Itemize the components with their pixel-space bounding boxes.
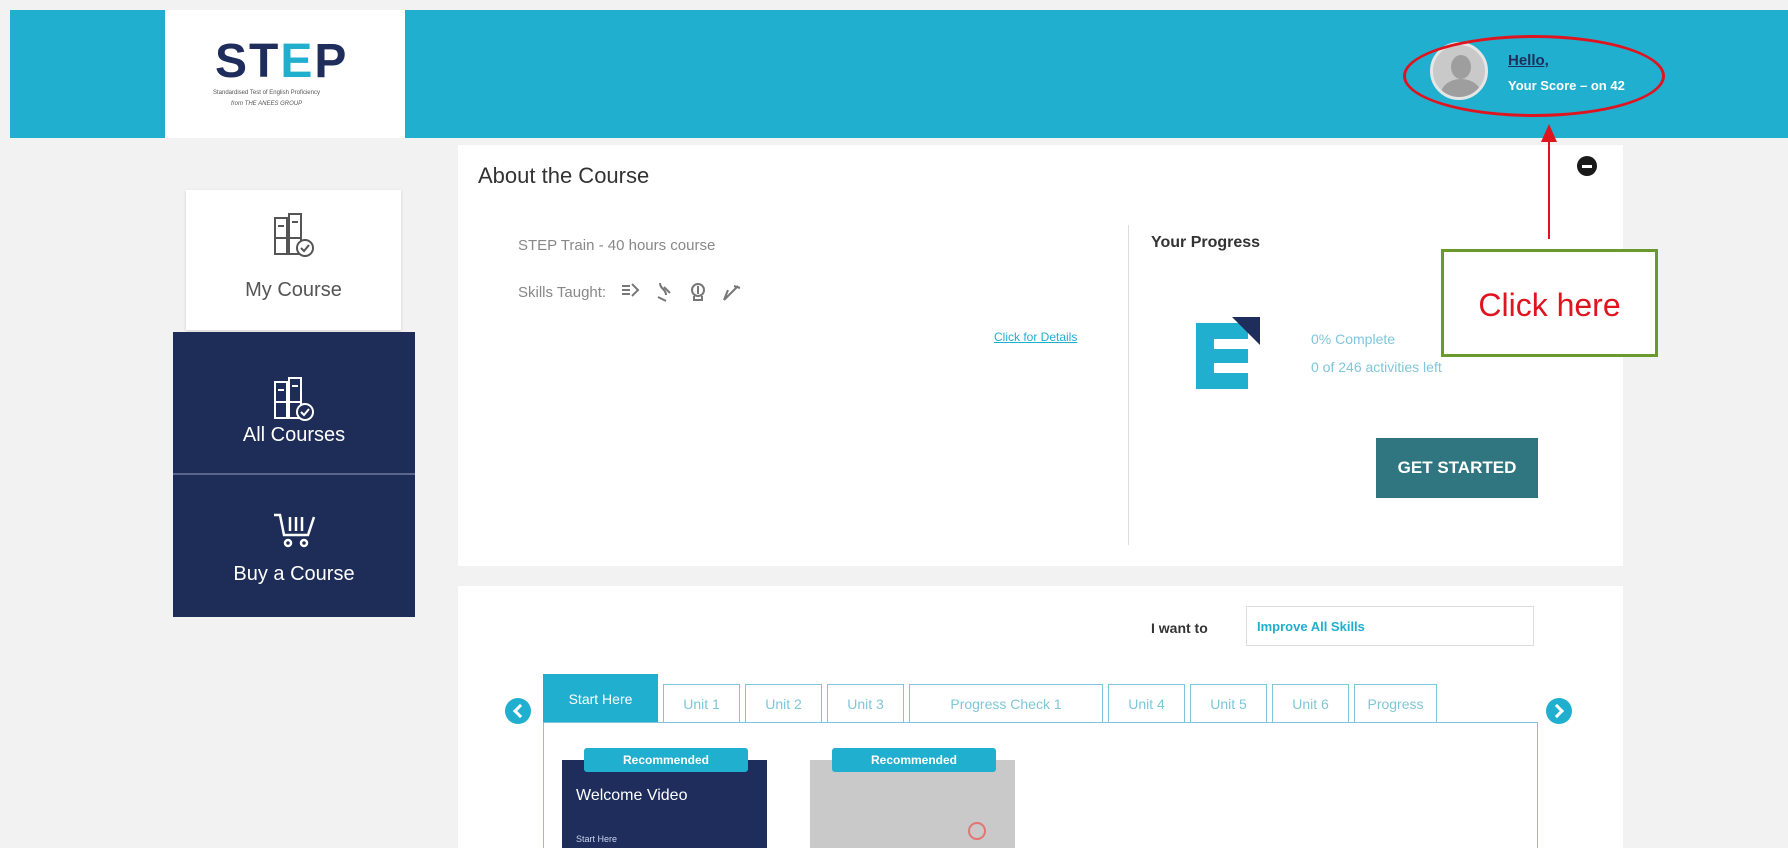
tab-start-here[interactable]: Start Here <box>543 674 658 722</box>
unit-tabs: Start Here Unit 1 Unit 2 Unit 3 Progress Che… <box>543 674 1442 722</box>
course-units-panel: I want to Improve All Skills Start Here U… <box>458 586 1623 848</box>
card-subtitle: Start Here <box>576 834 618 844</box>
vertical-divider <box>1128 225 1129 545</box>
recommended-badge: Recommended <box>832 748 996 772</box>
welcome-video-card[interactable]: Welcome Video Start Here <box>562 760 767 848</box>
reading-skill-icon <box>622 283 640 297</box>
step-logo[interactable]: STEP Standardised Test of English Profic… <box>165 10 405 138</box>
collapse-icon[interactable] <box>1577 156 1597 176</box>
tab-unit-5[interactable]: Unit 5 <box>1190 684 1267 722</box>
tab-progress[interactable]: Progress <box>1354 684 1437 722</box>
listening-skill-icon <box>657 282 671 302</box>
sidebar-item-label: All Courses <box>242 424 346 446</box>
annotation-callout: Click here <box>1441 249 1658 357</box>
tabs-next-icon[interactable] <box>1546 698 1572 724</box>
sidebar-item-label: My Course <box>245 279 342 301</box>
click-for-details-link[interactable]: Click for Details <box>994 330 1077 344</box>
get-started-button[interactable]: GET STARTED <box>1376 438 1538 498</box>
tabs-prev-icon[interactable] <box>505 698 531 724</box>
skills-label: Skills Taught: <box>518 283 607 301</box>
tab-unit-1[interactable]: Unit 1 <box>663 684 740 722</box>
activities-left: 0 of 246 activities left <box>1311 359 1442 375</box>
cart-icon <box>274 513 316 548</box>
books-icon <box>273 213 314 257</box>
sidebar-item-buy-course[interactable]: Buy a Course <box>173 475 415 617</box>
percent-complete: 0% Complete <box>1311 331 1396 347</box>
sidebar-item-label: Buy a Course <box>233 563 355 585</box>
tab-progress-check-1[interactable]: Progress Check 1 <box>909 684 1103 722</box>
progress-title: Your Progress <box>1151 234 1261 251</box>
activity-card[interactable] <box>810 760 1015 848</box>
tab-unit-4[interactable]: Unit 4 <box>1108 684 1185 722</box>
sidebar-item-all-courses[interactable]: All Courses <box>173 332 415 473</box>
annotation-arrow-line <box>1548 140 1550 239</box>
annotation-text: Click here <box>1478 287 1621 323</box>
filter-label: I want to <box>1151 620 1208 636</box>
play-icon <box>968 822 986 840</box>
logo-tagline: Standardised Test of English Proficiency <box>213 90 320 96</box>
skills-taught: Skills Taught: <box>518 281 742 303</box>
recommended-badge: Recommended <box>584 748 748 772</box>
books-icon <box>274 377 314 421</box>
sidebar-item-my-course[interactable]: My Course <box>186 190 401 330</box>
tab-unit-6[interactable]: Unit 6 <box>1272 684 1349 722</box>
skill-filter-select[interactable]: Improve All Skills <box>1246 606 1534 646</box>
writing-skill-icon <box>723 285 741 301</box>
course-e-icon <box>1196 317 1260 389</box>
course-name: STEP Train - 40 hours course <box>518 237 716 254</box>
logo-wordmark: STEP <box>215 35 349 88</box>
logo-byline: from THE ANEES GROUP <box>231 101 303 107</box>
card-title: Welcome Video <box>576 787 688 804</box>
tab-unit-3[interactable]: Unit 3 <box>827 684 904 722</box>
tab-unit-2[interactable]: Unit 2 <box>745 684 822 722</box>
speaking-skill-icon <box>691 283 706 301</box>
highlight-ellipse <box>1403 35 1665 117</box>
section-title: About the Course <box>478 163 650 188</box>
